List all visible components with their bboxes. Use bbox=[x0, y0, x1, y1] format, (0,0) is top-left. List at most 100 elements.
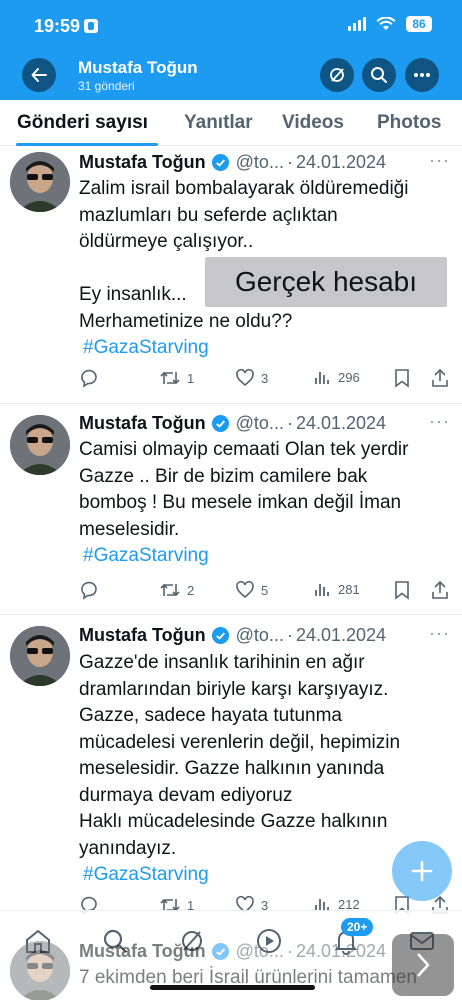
profile-tabs: Gönderi sayısı Yanıtlar Videos Photos bbox=[0, 100, 462, 146]
heart-icon bbox=[236, 580, 254, 599]
retweet-count: 2 bbox=[187, 582, 195, 598]
tab-videos[interactable]: Videos bbox=[282, 112, 344, 134]
overlay-annotation: Gerçek hesabı bbox=[205, 257, 447, 307]
tweet-menu-icon[interactable]: ··· bbox=[429, 623, 450, 644]
grok-slash-icon bbox=[330, 68, 344, 82]
cellular-signal-icon bbox=[348, 17, 366, 31]
tweet-actions: 2 5 281 bbox=[79, 580, 449, 602]
verified-badge-icon bbox=[211, 153, 229, 171]
author-handle[interactable]: @to... bbox=[236, 413, 284, 434]
plus-icon bbox=[411, 860, 433, 882]
avatar[interactable] bbox=[10, 152, 70, 212]
hashtag-link[interactable]: #GazaStarving bbox=[83, 543, 449, 570]
more-horizontal-icon bbox=[414, 73, 430, 77]
contact-card-icon bbox=[84, 19, 99, 33]
tweet-date[interactable]: 24.01.2024 bbox=[296, 941, 386, 962]
retweet-count: 1 bbox=[187, 370, 195, 386]
share-button[interactable] bbox=[431, 368, 449, 388]
post-count: 31 gönderi bbox=[78, 79, 135, 93]
share-button[interactable] bbox=[431, 580, 449, 600]
avatar[interactable] bbox=[10, 626, 70, 686]
views-button[interactable]: 296 bbox=[314, 368, 360, 386]
reply-icon bbox=[81, 581, 97, 600]
author-handle[interactable]: @to... bbox=[236, 152, 284, 173]
avatar[interactable] bbox=[10, 415, 70, 475]
status-time: 19:59 bbox=[34, 16, 99, 37]
profile-header-bar: 19:59 86 Mustafa Toğun 31 gönderi bbox=[0, 0, 462, 100]
bookmark-button[interactable] bbox=[394, 580, 410, 600]
tweet-text: Camisi olmayip cemaati Olan tek yerdir G… bbox=[79, 437, 449, 570]
retweet-button[interactable]: 2 bbox=[159, 580, 194, 600]
next-page-button[interactable] bbox=[392, 934, 454, 996]
like-button[interactable]: 3 bbox=[235, 368, 268, 388]
author-name[interactable]: Mustafa Toğun bbox=[79, 625, 206, 646]
separator-dot: · bbox=[286, 412, 293, 433]
separator-dot: · bbox=[286, 151, 293, 172]
views-button[interactable]: 281 bbox=[314, 580, 360, 598]
tab-photos[interactable]: Photos bbox=[377, 112, 441, 134]
like-button[interactable]: 5 bbox=[235, 580, 268, 600]
analytics-icon bbox=[315, 372, 329, 384]
avatar[interactable] bbox=[10, 941, 70, 1000]
chevron-right-icon bbox=[417, 953, 430, 977]
author-name[interactable]: Mustafa Toğun bbox=[79, 152, 206, 173]
search-icon bbox=[371, 67, 387, 83]
bookmark-button[interactable] bbox=[394, 368, 410, 388]
profile-photo-icon bbox=[10, 941, 70, 1000]
tweet-menu-icon[interactable]: ··· bbox=[429, 150, 450, 171]
profile-title: Mustafa Toğun 31 gönderi bbox=[78, 58, 198, 93]
notifications-badge: 20+ bbox=[341, 918, 374, 936]
retweet-button[interactable]: 1 bbox=[159, 368, 194, 388]
reply-button[interactable] bbox=[79, 368, 99, 388]
like-count: 5 bbox=[261, 582, 269, 598]
bookmark-icon bbox=[395, 581, 409, 600]
hashtag-link[interactable]: #GazaStarving bbox=[83, 335, 449, 362]
tweet-date[interactable]: 24.01.2024 bbox=[296, 152, 386, 173]
verified-badge-icon bbox=[211, 414, 229, 432]
verified-badge-icon bbox=[211, 626, 229, 644]
bookmark-icon bbox=[395, 369, 409, 388]
view-count: 281 bbox=[338, 581, 360, 597]
reply-button[interactable] bbox=[79, 580, 99, 600]
status-bar: 19:59 86 bbox=[0, 0, 462, 50]
tweet-text: Gazze'de insanlık tarihinin en ağır dram… bbox=[79, 650, 449, 889]
tab-replies[interactable]: Yanıtlar bbox=[184, 112, 253, 134]
share-icon bbox=[432, 580, 448, 599]
profile-name: Mustafa Toğun bbox=[78, 58, 198, 77]
separator-dot: · bbox=[286, 940, 293, 961]
active-tab-indicator bbox=[16, 143, 158, 146]
profile-photo-icon bbox=[10, 626, 70, 686]
author-name[interactable]: Mustafa Toğun bbox=[79, 941, 206, 962]
separator-dot: · bbox=[286, 624, 293, 645]
tweet-item[interactable]: Mustafa Toğun @to... · 24.01.2024 ··· Ga… bbox=[0, 616, 462, 936]
battery-indicator: 86 bbox=[406, 16, 432, 32]
more-options-button[interactable] bbox=[405, 58, 439, 92]
tweet-date[interactable]: 24.01.2024 bbox=[296, 625, 386, 646]
verified-badge-icon bbox=[211, 942, 229, 960]
author-handle[interactable]: @to... bbox=[236, 941, 284, 962]
analytics-icon bbox=[315, 584, 329, 596]
reply-icon bbox=[81, 369, 97, 388]
author-handle[interactable]: @to... bbox=[236, 625, 284, 646]
compose-button[interactable] bbox=[392, 841, 452, 901]
arrow-left-icon bbox=[31, 68, 47, 82]
back-button[interactable] bbox=[22, 58, 56, 92]
tweet-menu-icon[interactable]: ··· bbox=[429, 411, 450, 432]
grok-button[interactable] bbox=[320, 58, 354, 92]
retweet-icon bbox=[160, 583, 180, 597]
tweet-item[interactable]: Mustafa Toğun @to... · 24.01.2024 ··· Ca… bbox=[0, 405, 462, 615]
view-count: 296 bbox=[338, 369, 360, 385]
author-name[interactable]: Mustafa Toğun bbox=[79, 413, 206, 434]
like-count: 3 bbox=[261, 370, 269, 386]
profile-photo-icon bbox=[10, 415, 70, 475]
profile-photo-icon bbox=[10, 152, 70, 212]
heart-icon bbox=[236, 368, 254, 387]
wifi-icon bbox=[376, 17, 396, 31]
tweet-actions: 1 3 296 bbox=[79, 368, 449, 390]
home-indicator[interactable] bbox=[150, 985, 315, 990]
tweet-date[interactable]: 24.01.2024 bbox=[296, 413, 386, 434]
search-button[interactable] bbox=[362, 58, 396, 92]
retweet-icon bbox=[160, 371, 180, 385]
tab-posts[interactable]: Gönderi sayısı bbox=[17, 112, 148, 134]
share-icon bbox=[432, 368, 448, 387]
